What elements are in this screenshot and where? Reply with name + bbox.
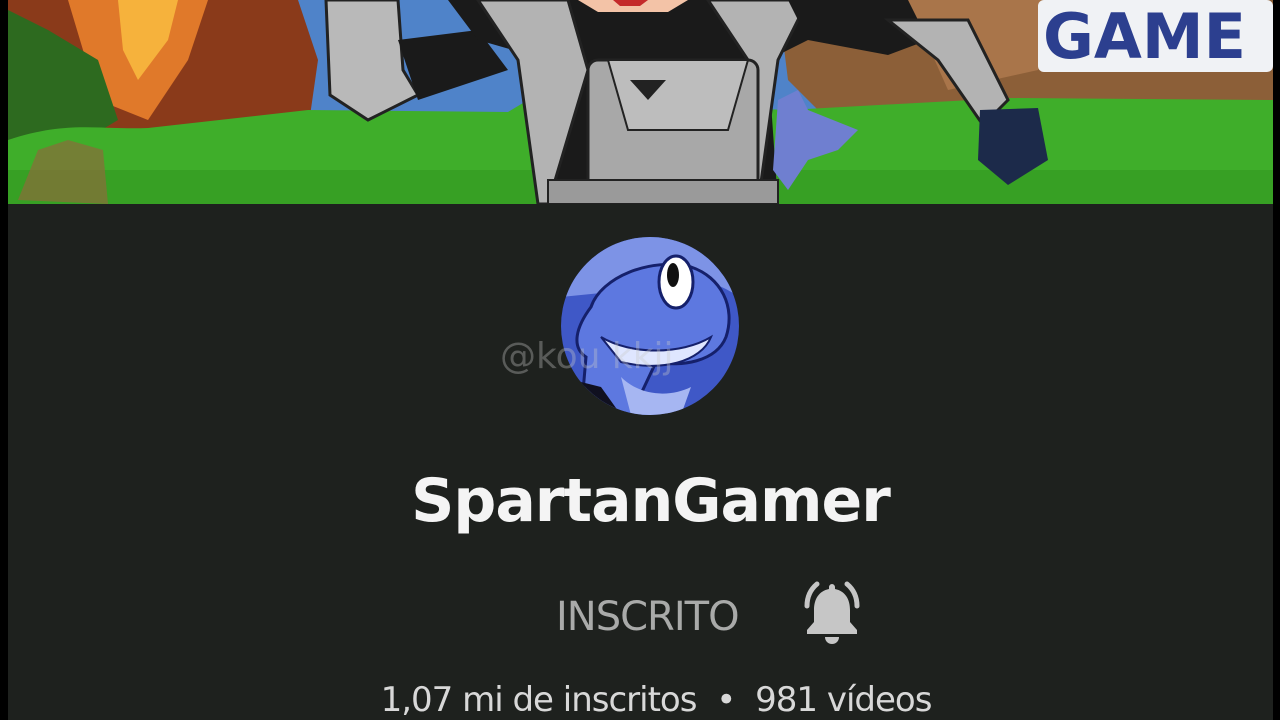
channel-banner: GAME: [8, 0, 1273, 204]
channel-stats: 1,07 mi de inscritos • 981 vídeos: [8, 680, 1273, 720]
video-count: 981 vídeos: [755, 680, 932, 720]
channel-avatar[interactable]: [561, 237, 739, 415]
bell-icon: [804, 581, 860, 644]
banner-logo-text: GAME: [1043, 0, 1246, 73]
banner-art: GAME: [8, 0, 1273, 204]
subscribed-label: INSCRITO: [556, 594, 740, 640]
stats-separator: •: [716, 680, 736, 720]
subscribed-button[interactable]: INSCRITO: [528, 584, 788, 648]
channel-name: SpartanGamer: [411, 466, 891, 536]
notifications-bell-button[interactable]: [796, 576, 868, 648]
channel-page: GAME @kou kkjj SpartanGamer INSCRITO 1,0…: [8, 0, 1273, 720]
subscriber-count: 1,07 mi de inscritos: [380, 680, 698, 720]
dinosaur-avatar-icon: [561, 237, 739, 415]
